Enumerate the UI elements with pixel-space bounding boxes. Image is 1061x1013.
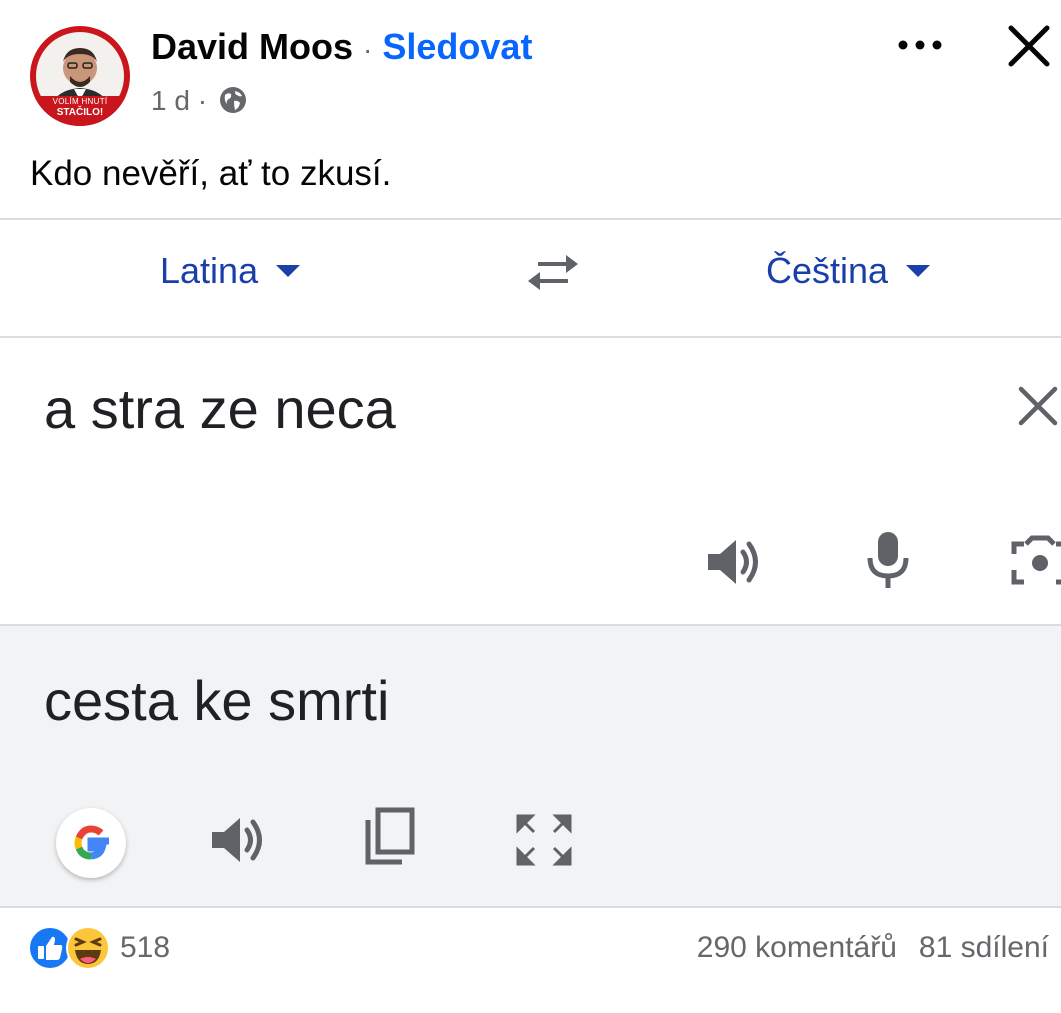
source-language-label: Latina [160, 250, 259, 291]
mic-icon[interactable] [864, 530, 912, 592]
post-time[interactable]: 1 d · [151, 85, 207, 116]
chevron-down-icon [906, 265, 931, 277]
more-options-icon[interactable] [895, 30, 945, 60]
source-language-selector[interactable]: Latina [160, 246, 301, 296]
source-text-input[interactable]: a stra ze neca [44, 374, 396, 444]
divider [0, 336, 1061, 338]
avatar-ribbon-line1: VOLÍM HNUTÍ [52, 97, 108, 106]
target-language-selector[interactable]: Čeština [766, 246, 931, 296]
swap-languages-icon[interactable] [524, 250, 582, 294]
chevron-down-icon [276, 265, 301, 277]
follow-button[interactable]: Sledovat [382, 26, 532, 67]
author-avatar[interactable]: VOLÍM HNUTÍ STAČILO! [30, 26, 130, 126]
post-meta: 1 d · [151, 84, 247, 118]
post-caption: Kdo nevěří, ať to zkusí. [30, 154, 392, 193]
author-line: David Moos · Sledovat [151, 24, 532, 70]
google-logo-icon[interactable] [56, 808, 126, 878]
translated-text: cesta ke smrti [44, 669, 390, 732]
speaker-icon[interactable] [210, 812, 270, 868]
comments-count-link[interactable]: 290 komentářů [697, 931, 897, 964]
speaker-icon[interactable] [706, 534, 766, 590]
reaction-count: 518 [120, 931, 171, 964]
camera-icon[interactable] [1010, 534, 1061, 590]
separator-dot: · [363, 34, 373, 65]
author-name[interactable]: David Moos [151, 26, 353, 67]
divider [0, 218, 1061, 220]
fullscreen-icon[interactable] [514, 812, 574, 868]
translate-screenshot[interactable]: Latina Čeština a stra ze neca cesta ke s… [0, 218, 1061, 908]
globe-icon [219, 86, 247, 122]
post-stats: 290 komentářů 81 sdílení [697, 926, 1049, 970]
translation-result-panel: cesta ke smrti [0, 626, 1061, 908]
haha-icon [66, 926, 110, 970]
shares-count-link[interactable]: 81 sdílení [919, 931, 1049, 964]
clear-text-icon[interactable] [1016, 384, 1060, 428]
avatar-ribbon-line2: STAČILO! [56, 107, 104, 118]
copy-icon[interactable] [362, 806, 418, 868]
divider [0, 906, 1061, 908]
close-icon[interactable] [1005, 22, 1053, 70]
target-language-label: Čeština [766, 250, 889, 291]
